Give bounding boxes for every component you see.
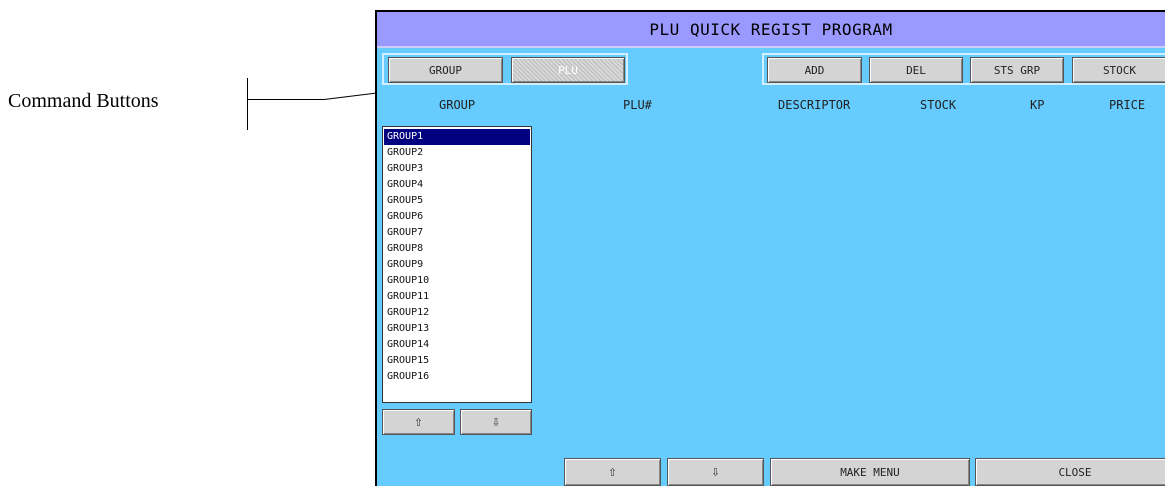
arrow-up-icon: ⇧ xyxy=(608,464,617,480)
list-item[interactable]: GROUP5 xyxy=(384,193,530,209)
window-title: PLU QUICK REGIST PROGRAM xyxy=(377,12,1165,48)
list-item[interactable]: GROUP10 xyxy=(384,273,530,289)
column-header-descriptor: DESCRIPTOR xyxy=(778,98,851,112)
stock-button[interactable]: STOCK xyxy=(1072,57,1165,83)
column-header-stock: STOCK xyxy=(920,98,957,112)
group-list[interactable]: GROUP1 GROUP2 GROUP3 GROUP4 GROUP5 GROUP… xyxy=(382,126,532,403)
make-menu-button[interactable]: MAKE MENU xyxy=(770,458,970,486)
list-item[interactable]: GROUP15 xyxy=(384,353,530,369)
plu-mode-button[interactable]: PLU xyxy=(511,57,625,83)
group-list-down-button[interactable]: ⇩ xyxy=(460,409,532,435)
column-header-plu: PLU# xyxy=(623,98,652,112)
del-button[interactable]: DEL xyxy=(869,57,963,83)
arrow-down-icon: ⇩ xyxy=(711,464,720,480)
annotation-label: Command Buttons xyxy=(8,90,159,112)
annotation-line-horizontal xyxy=(247,99,325,100)
list-item[interactable]: GROUP14 xyxy=(384,337,530,353)
list-item[interactable]: GROUP2 xyxy=(384,145,530,161)
column-header-kp: KP xyxy=(1030,98,1045,112)
close-button[interactable]: CLOSE xyxy=(975,458,1165,486)
sts-grp-button[interactable]: STS GRP xyxy=(970,57,1064,83)
plu-quick-regist-screen: PLU QUICK REGIST PROGRAM GROUP PLU ADD D… xyxy=(375,10,1165,486)
column-header-price: PRICE xyxy=(1109,98,1146,112)
plu-page-down-button[interactable]: ⇩ xyxy=(667,458,764,486)
arrow-up-icon: ⇧ xyxy=(414,414,423,430)
list-item[interactable]: GROUP3 xyxy=(384,161,530,177)
list-item[interactable]: GROUP12 xyxy=(384,305,530,321)
plu-page-up-button[interactable]: ⇧ xyxy=(564,458,661,486)
add-button[interactable]: ADD xyxy=(767,57,862,83)
column-header-group: GROUP xyxy=(439,98,476,112)
arrow-down-icon: ⇩ xyxy=(491,414,501,430)
list-item[interactable]: GROUP13 xyxy=(384,321,530,337)
list-item[interactable]: GROUP9 xyxy=(384,257,530,273)
list-item[interactable]: GROUP7 xyxy=(384,225,530,241)
list-item[interactable]: GROUP16 xyxy=(384,369,530,385)
group-mode-button[interactable]: GROUP xyxy=(388,57,503,83)
group-list-up-button[interactable]: ⇧ xyxy=(382,409,455,435)
list-item[interactable]: GROUP6 xyxy=(384,209,530,225)
list-item[interactable]: GROUP11 xyxy=(384,289,530,305)
list-item[interactable]: GROUP1 xyxy=(384,129,530,145)
list-item[interactable]: GROUP4 xyxy=(384,177,530,193)
list-item[interactable]: GROUP8 xyxy=(384,241,530,257)
annotation-line-vertical xyxy=(247,78,248,130)
